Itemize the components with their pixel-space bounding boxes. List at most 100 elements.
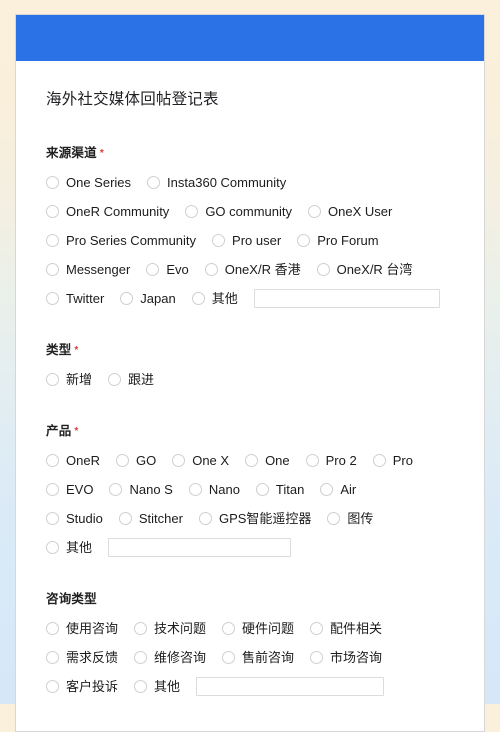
radio-circle-icon[interactable] [146, 263, 160, 277]
source-channel-other-input[interactable] [253, 289, 440, 309]
radio-circle-icon[interactable] [46, 651, 59, 665]
radio-option-insta360-community[interactable]: Insta360 Community [147, 176, 286, 190]
radio-circle-icon[interactable] [46, 454, 59, 468]
option-label: 其他 [154, 679, 181, 695]
option-label: EVO [66, 482, 94, 498]
radio-option-pro[interactable]: Pro [372, 454, 413, 468]
radio-circle-icon[interactable] [172, 454, 186, 468]
radio-circle-icon[interactable] [320, 483, 334, 497]
radio-circle-icon[interactable] [185, 205, 199, 219]
radio-circle-icon[interactable] [147, 176, 161, 190]
radio-circle-icon[interactable] [212, 234, 226, 248]
radio-option-hardware-issue[interactable]: 硬件问题 [222, 622, 294, 636]
radio-circle-icon[interactable] [191, 292, 205, 306]
radio-option-customer-complaint[interactable]: 客户投诉 [46, 680, 118, 694]
radio-circle-icon[interactable] [109, 483, 123, 497]
radio-option-inquiry-other[interactable]: 其他 [134, 679, 181, 695]
radio-option-other[interactable]: 其他 [191, 292, 238, 306]
option-row: OneR GO One X One Pro 2 Pro [46, 446, 454, 475]
radio-option-stitcher[interactable]: Stitcher [118, 512, 183, 526]
radio-option-messenger[interactable]: Messenger [46, 263, 130, 277]
radio-circle-icon[interactable] [46, 205, 59, 219]
radio-circle-icon[interactable] [222, 622, 236, 636]
radio-circle-icon[interactable] [305, 454, 319, 468]
radio-circle-icon[interactable] [46, 373, 59, 387]
radio-option-pro-user[interactable]: Pro user [212, 233, 282, 249]
radio-option-evo-product[interactable]: EVO [46, 482, 94, 498]
radio-option-studio[interactable]: Studio [46, 512, 103, 526]
option-label: 维修咨询 [154, 650, 207, 666]
radio-option-pro-forum[interactable]: Pro Forum [297, 234, 379, 248]
radio-circle-icon[interactable] [245, 454, 259, 468]
radio-circle-icon[interactable] [46, 541, 59, 555]
radio-option-gps-remote[interactable]: GPS智能遥控器 [198, 512, 311, 526]
radio-circle-icon[interactable] [46, 176, 59, 190]
radio-option-nano[interactable]: Nano [188, 483, 240, 497]
radio-option-presales-inquiry[interactable]: 售前咨询 [222, 651, 294, 665]
radio-option-demand-feedback[interactable]: 需求反馈 [46, 651, 118, 665]
radio-option-oner-community[interactable]: OneR Community [46, 205, 169, 219]
radio-option-air[interactable]: Air [320, 483, 356, 497]
radio-circle-icon[interactable] [204, 263, 218, 277]
radio-option-onexr-hongkong[interactable]: OneX/R 香港 [204, 263, 301, 277]
option-label: Pro user [232, 233, 282, 249]
radio-circle-icon[interactable] [46, 263, 59, 277]
radio-circle-icon[interactable] [297, 234, 311, 248]
required-asterisk-icon: * [99, 148, 104, 160]
radio-option-one-series[interactable]: One Series [46, 176, 131, 190]
option-label: 新增 [66, 372, 93, 388]
option-label: OneX/R 台湾 [336, 262, 413, 278]
radio-circle-icon[interactable] [46, 622, 59, 636]
radio-option-onex-user[interactable]: OneX User [308, 205, 392, 219]
radio-circle-icon[interactable] [310, 622, 324, 636]
radio-option-titan[interactable]: Titan [255, 483, 304, 497]
radio-circle-icon[interactable] [134, 680, 148, 694]
radio-option-new[interactable]: 新增 [46, 372, 93, 388]
radio-circle-icon[interactable] [198, 512, 212, 526]
radio-circle-icon[interactable] [115, 454, 129, 468]
radio-circle-icon[interactable] [46, 292, 59, 306]
radio-option-product-other[interactable]: 其他 [46, 541, 92, 555]
radio-circle-icon[interactable] [134, 651, 148, 665]
radio-option-oner[interactable]: OneR [46, 454, 100, 468]
radio-option-followup[interactable]: 跟进 [108, 373, 154, 387]
radio-option-one-x[interactable]: One X [172, 454, 229, 468]
radio-option-image-transmission[interactable]: 图传 [327, 512, 373, 526]
inquiry-type-other-input[interactable] [196, 677, 385, 697]
radio-option-twitter[interactable]: Twitter [46, 292, 104, 306]
radio-circle-icon[interactable] [108, 373, 122, 387]
radio-circle-icon[interactable] [46, 680, 59, 694]
radio-option-go-community[interactable]: GO community [185, 205, 292, 219]
option-row: 新增 跟进 [46, 365, 454, 394]
radio-circle-icon[interactable] [372, 454, 386, 468]
radio-option-onexr-taiwan[interactable]: OneX/R 台湾 [316, 262, 413, 278]
radio-option-nano-s[interactable]: Nano S [109, 483, 173, 497]
radio-circle-icon[interactable] [327, 512, 341, 526]
radio-circle-icon[interactable] [222, 651, 236, 665]
radio-option-pro-2[interactable]: Pro 2 [305, 454, 357, 468]
radio-circle-icon[interactable] [188, 483, 202, 497]
radio-circle-icon[interactable] [46, 234, 59, 248]
radio-circle-icon[interactable] [118, 512, 132, 526]
radio-circle-icon[interactable] [46, 483, 59, 497]
radio-option-usage-inquiry[interactable]: 使用咨询 [46, 622, 118, 636]
radio-option-pro-series-community[interactable]: Pro Series Community [46, 234, 196, 248]
radio-option-evo[interactable]: Evo [146, 263, 189, 277]
radio-circle-icon[interactable] [255, 483, 269, 497]
radio-option-go[interactable]: GO [115, 454, 156, 468]
radio-circle-icon[interactable] [316, 263, 330, 277]
radio-option-repair-inquiry[interactable]: 维修咨询 [134, 650, 207, 666]
radio-option-one[interactable]: One [245, 454, 290, 468]
section-label-product: 产品 * [46, 420, 454, 439]
product-other-input[interactable] [108, 538, 292, 558]
radio-circle-icon[interactable] [134, 622, 148, 636]
radio-circle-icon[interactable] [120, 292, 134, 306]
radio-circle-icon[interactable] [308, 205, 321, 219]
option-row: Messenger Evo OneX/R 香港 OneX/R 台湾 [46, 255, 454, 284]
radio-option-market-inquiry[interactable]: 市场咨询 [310, 651, 382, 665]
radio-circle-icon[interactable] [310, 651, 324, 665]
radio-option-japan[interactable]: Japan [120, 292, 176, 306]
radio-option-technical-issue[interactable]: 技术问题 [134, 622, 206, 636]
radio-circle-icon[interactable] [46, 512, 59, 526]
radio-option-accessory-related[interactable]: 配件相关 [310, 622, 382, 636]
